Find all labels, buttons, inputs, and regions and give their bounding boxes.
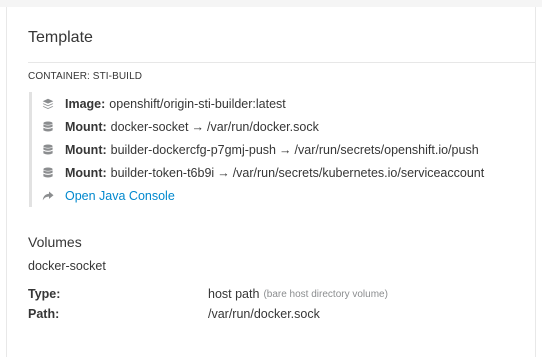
- volume-name: docker-socket: [28, 259, 106, 273]
- container-label: CONTAINER: STI-BUILD: [28, 71, 143, 82]
- volume-path-value: /var/run/docker.sock: [208, 307, 320, 321]
- template-title: Template: [28, 29, 93, 46]
- volumes-title: Volumes: [28, 234, 82, 250]
- volume-path-row: Path: /var/run/docker.sock: [28, 305, 528, 323]
- template-divider: [28, 62, 535, 63]
- mount-source: builder-dockercfg-p7gmj-push: [110, 142, 277, 157]
- mount-target: /var/run/docker.sock: [206, 119, 319, 134]
- console-row: Open Java Console: [42, 184, 542, 207]
- template-panel: Template CONTAINER: STI-BUILD Image: ope…: [6, 7, 536, 357]
- open-java-console-link[interactable]: Open Java Console: [65, 189, 175, 203]
- mount-label: Mount:: [65, 165, 107, 180]
- mount-label: Mount:: [65, 142, 107, 157]
- image-label: Image:: [65, 96, 106, 111]
- volume-type-label: Type:: [28, 287, 61, 301]
- mount-arrow: →: [191, 119, 204, 134]
- volume-type-row: Type: host path (bare host directory vol…: [28, 285, 528, 303]
- database-icon: [42, 167, 54, 179]
- database-icon: [42, 144, 54, 156]
- page: Template CONTAINER: STI-BUILD Image: ope…: [0, 0, 542, 357]
- mount-row: Mount: builder-dockercfg-p7gmj-push → /v…: [42, 138, 542, 161]
- image-stack-icon: [42, 98, 54, 110]
- database-icon: [42, 121, 54, 133]
- image-value: openshift/origin-sti-builder:latest: [109, 96, 286, 111]
- share-arrow-icon: [42, 190, 54, 202]
- image-row: Image: openshift/origin-sti-builder:late…: [42, 92, 542, 115]
- mount-row: Mount: docker-socket → /var/run/docker.s…: [42, 115, 542, 138]
- mount-arrow: →: [279, 142, 292, 157]
- container-details: Image: openshift/origin-sti-builder:late…: [29, 92, 542, 207]
- mount-source: builder-token-t6b9i: [110, 165, 215, 180]
- volume-path-label: Path:: [28, 307, 60, 321]
- mount-arrow: →: [217, 165, 230, 180]
- volume-type-note: (bare host directory volume): [263, 288, 388, 300]
- mount-target: /var/run/secrets/openshift.io/push: [294, 142, 479, 157]
- mount-target: /var/run/secrets/kubernetes.io/serviceac…: [232, 165, 485, 180]
- mount-source: docker-socket: [110, 119, 189, 134]
- mount-label: Mount:: [65, 119, 107, 134]
- volume-type-value: host path: [208, 287, 260, 301]
- mount-row: Mount: builder-token-t6b9i → /var/run/se…: [42, 161, 542, 184]
- top-band: [0, 0, 542, 7]
